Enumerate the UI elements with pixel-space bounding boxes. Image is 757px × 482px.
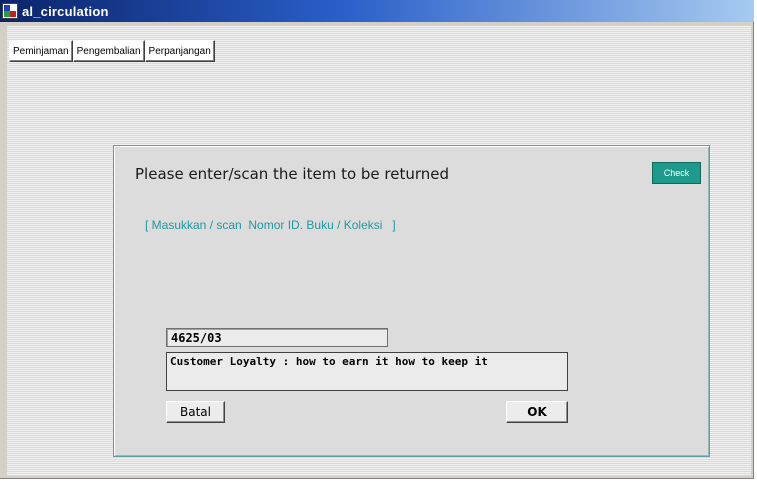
tab-perpanjangan[interactable]: Perpanjangan [144,40,215,62]
scan-hint: [ Masukkan / scan Nomor ID. Buku / Kolek… [145,218,396,232]
dialog-heading: Please enter/scan the item to be returne… [135,165,450,183]
check-button[interactable]: Check [652,162,701,184]
tab-pengembalian[interactable]: Pengembalian [72,40,145,62]
tab-strip: Peminjaman Pengembalian Perpanjangan [9,40,215,62]
app-window: al_circulation Peminjaman Pengembalian P… [0,0,754,479]
app-icon[interactable] [2,3,18,19]
title-bar[interactable]: al_circulation [0,0,754,22]
window-title: al_circulation [22,3,109,19]
ok-button[interactable]: OK [506,401,568,423]
item-id-input[interactable]: 4625/03 [166,328,388,347]
item-title-field[interactable]: Customer Loyalty : how to earn it how to… [166,352,568,391]
return-item-dialog: Please enter/scan the item to be returne… [113,145,710,457]
tab-peminjaman[interactable]: Peminjaman [9,40,73,62]
cancel-button[interactable]: Batal [166,401,225,423]
